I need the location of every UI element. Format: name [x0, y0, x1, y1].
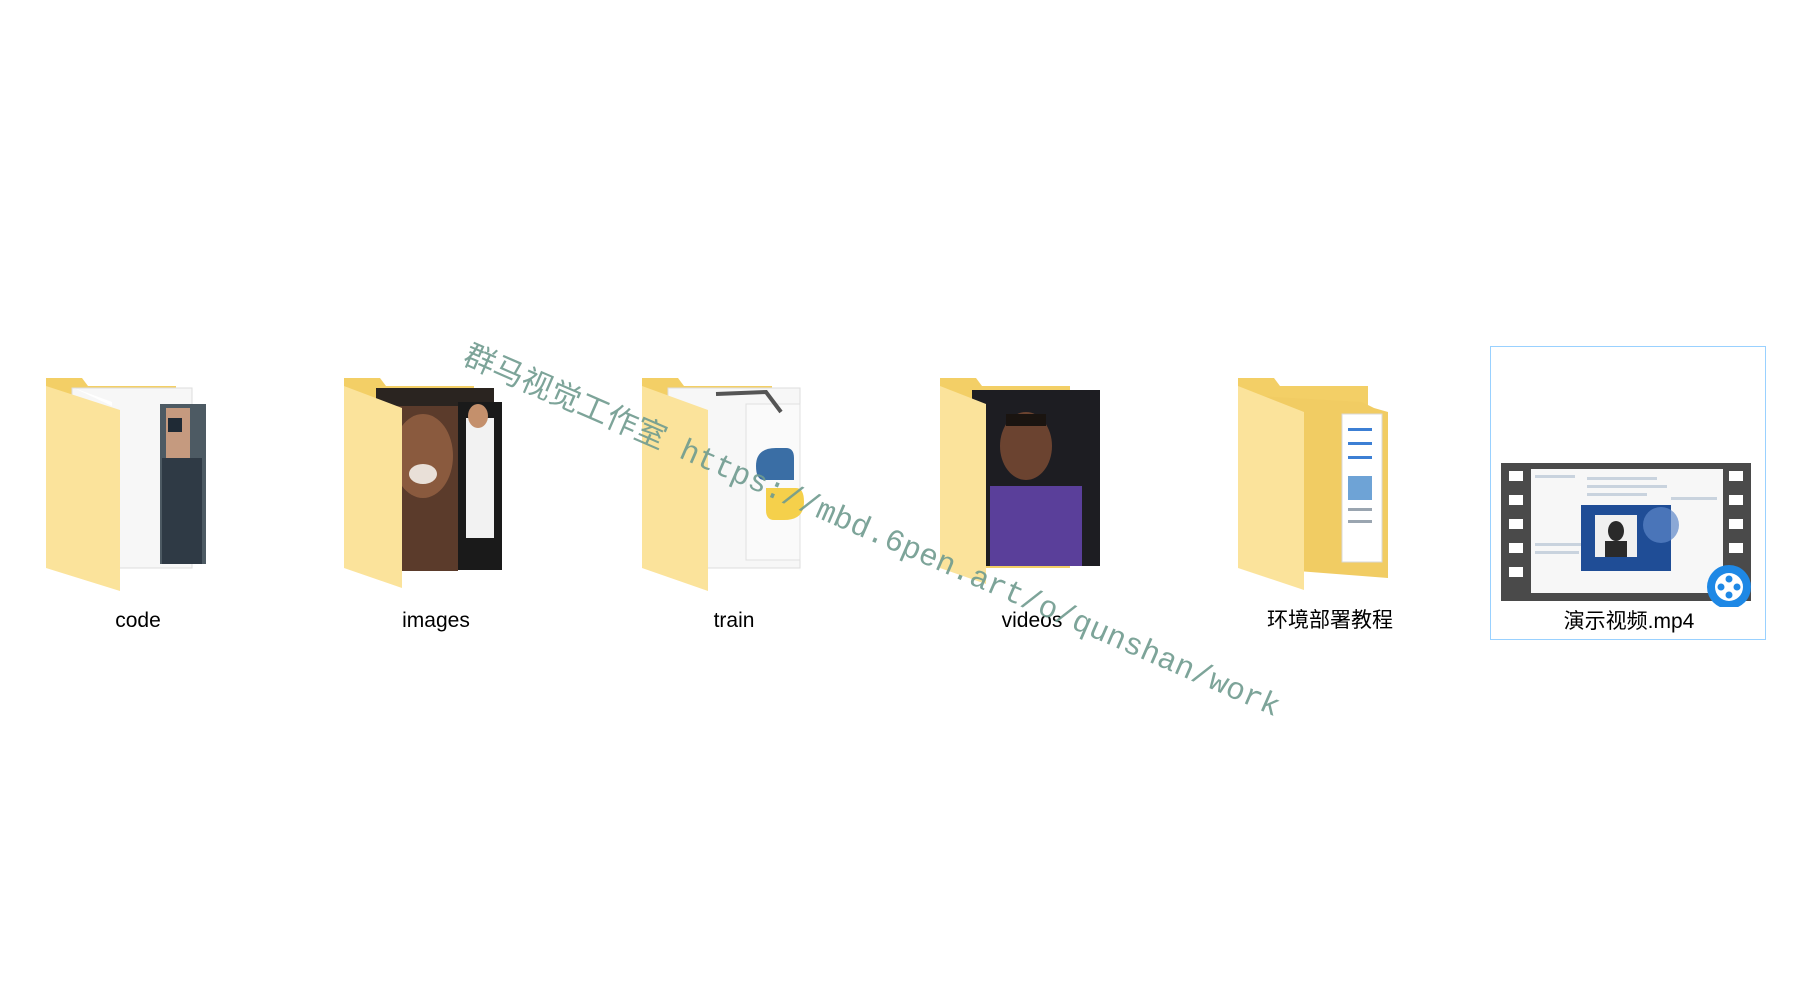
item-label: code [115, 609, 161, 632]
folder-environment-tutorial[interactable]: 环境部署教程 [1192, 346, 1468, 640]
video-file-demo[interactable]: 演示视频.mp4 [1490, 346, 1766, 640]
folder-icon [1192, 346, 1468, 606]
item-label: train [713, 609, 755, 632]
player-badge-icon [1707, 565, 1751, 607]
item-label: 演示视频.mp4 [1563, 610, 1695, 633]
folder-code[interactable]: code [0, 346, 276, 640]
video-file-icon [1491, 347, 1767, 607]
item-label: 环境部署教程 [1267, 609, 1393, 632]
file-explorer-view: code images train videos 环境部署教程 演示视频.mp4… [0, 0, 1794, 1004]
folder-icon [0, 346, 276, 606]
item-label: images [402, 609, 470, 632]
